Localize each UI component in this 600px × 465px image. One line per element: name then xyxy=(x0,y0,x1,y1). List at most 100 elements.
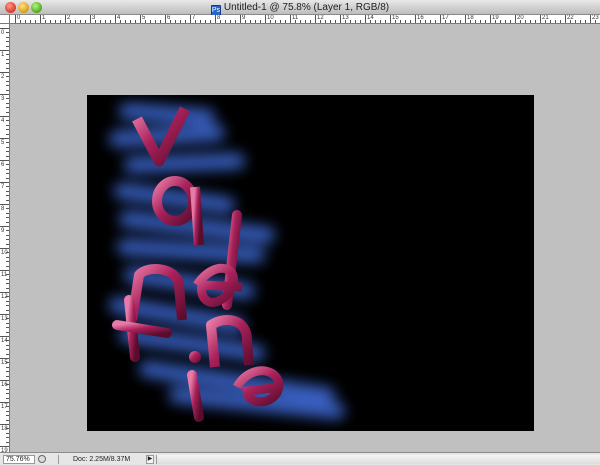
ruler-tick xyxy=(440,15,441,23)
ruler-tick xyxy=(6,239,9,241)
ruler-tick xyxy=(6,375,9,377)
ruler-tick xyxy=(55,20,56,23)
horizontal-ruler[interactable]: 0 1 2 3 4 5 6 7 8 9 10 11 12 13 14 15 16 17 18 19 20 21 22 23 xyxy=(10,15,600,24)
ruler-tick xyxy=(360,20,361,23)
ruler-tick xyxy=(305,20,306,23)
circle-icon[interactable] xyxy=(38,455,46,463)
ruler-tick xyxy=(275,20,276,23)
ruler-number: 12 xyxy=(317,15,324,21)
ruler-tick xyxy=(6,415,9,417)
ruler-tick xyxy=(510,20,511,23)
ruler-tick xyxy=(6,331,9,333)
ruler-tick xyxy=(335,20,336,23)
document-info[interactable]: Doc: 2.25M/8.37M xyxy=(58,455,146,464)
ruler-tick xyxy=(185,20,186,23)
ruler-tick xyxy=(340,15,341,23)
document-workspace[interactable] xyxy=(11,25,600,452)
ruler-tick xyxy=(6,155,9,157)
ruler-tick xyxy=(6,437,9,439)
ruler-tick xyxy=(265,15,266,23)
ruler-tick xyxy=(430,20,431,23)
ruler-tick xyxy=(6,261,9,263)
ruler-tick xyxy=(310,20,311,23)
ruler-tick xyxy=(6,344,9,346)
ruler-tick xyxy=(0,138,9,139)
ruler-tick xyxy=(410,20,411,23)
ruler-number: 11 xyxy=(292,15,299,21)
ruler-tick xyxy=(65,15,66,23)
ruler-tick xyxy=(0,314,9,315)
ruler-tick xyxy=(135,20,136,23)
zoom-level-field[interactable]: 75.76% xyxy=(3,455,35,464)
ruler-tick xyxy=(0,402,9,403)
ruler-tick xyxy=(6,265,9,267)
ruler-tick xyxy=(130,20,131,23)
ruler-tick xyxy=(6,36,9,38)
ruler-tick xyxy=(6,234,9,236)
ruler-tick xyxy=(6,393,9,395)
ruler-tick xyxy=(6,195,9,197)
ruler-tick xyxy=(6,102,9,104)
ruler-tick xyxy=(6,67,9,69)
vertical-ruler[interactable]: 0 1 2 3 4 5 6 7 8 9 10 11 12 13 14 15 16 17 18 19 xyxy=(0,24,10,452)
ruler-tick xyxy=(0,160,9,161)
ruler-tick xyxy=(105,20,106,23)
ruler-tick xyxy=(6,199,9,201)
ruler-number: 5 xyxy=(1,140,5,146)
ruler-number: 8 xyxy=(1,206,5,212)
ruler-tick xyxy=(6,371,9,373)
ruler-number: 15 xyxy=(392,15,399,21)
ruler-tick xyxy=(355,20,356,23)
ruler-tick xyxy=(6,41,9,43)
ruler-tick xyxy=(6,208,9,210)
ruler-tick xyxy=(585,20,586,23)
horizontal-scrollbar[interactable] xyxy=(156,455,600,464)
ruler-number: 7 xyxy=(1,184,5,190)
letter-i-icon xyxy=(187,370,204,422)
ruler-number: 16 xyxy=(1,382,8,388)
ruler-tick xyxy=(6,410,9,412)
ruler-tick xyxy=(475,20,476,23)
ruler-tick xyxy=(6,85,9,87)
ruler-tick xyxy=(0,50,9,51)
ruler-number: 1 xyxy=(42,15,46,21)
ruler-tick xyxy=(330,20,331,23)
ruler-tick xyxy=(0,424,9,425)
ruler-tick xyxy=(530,20,531,23)
ruler-origin[interactable] xyxy=(0,15,10,24)
ruler-tick xyxy=(0,446,9,447)
ruler-tick xyxy=(125,20,126,23)
ruler-number: 19 xyxy=(492,15,499,21)
letter-i-dot-icon xyxy=(189,351,201,363)
ruler-tick xyxy=(190,15,191,23)
status-bar: 75.76% Doc: 2.25M/8.37M ▶ xyxy=(0,452,600,465)
document-canvas[interactable] xyxy=(87,95,534,431)
ruler-number: 6 xyxy=(1,162,5,168)
ruler-tick xyxy=(6,58,9,60)
ruler-tick xyxy=(6,164,9,166)
ruler-number: 12 xyxy=(1,294,8,300)
ruler-number: 2 xyxy=(67,15,71,21)
ruler-tick xyxy=(375,20,376,23)
ruler-tick xyxy=(555,20,556,23)
ruler-tick xyxy=(6,432,9,434)
ruler-tick xyxy=(140,15,141,23)
ruler-tick xyxy=(0,204,9,205)
ruler-tick xyxy=(6,80,9,82)
ruler-tick xyxy=(6,309,9,311)
ruler-tick xyxy=(30,20,31,23)
ruler-tick xyxy=(6,212,9,214)
ruler-tick xyxy=(6,133,9,135)
ruler-tick xyxy=(0,72,9,73)
status-menu-arrow-icon[interactable]: ▶ xyxy=(146,455,154,464)
ruler-tick xyxy=(6,441,9,443)
ruler-tick xyxy=(350,20,351,23)
ruler-number: 17 xyxy=(442,15,449,21)
ruler-tick xyxy=(6,230,9,232)
ruler-tick xyxy=(6,32,9,34)
ruler-tick xyxy=(565,15,566,23)
ruler-tick xyxy=(290,15,291,23)
canvas-artwork xyxy=(109,103,345,422)
ruler-number: 14 xyxy=(1,338,8,344)
ruler-number: 20 xyxy=(517,15,524,21)
